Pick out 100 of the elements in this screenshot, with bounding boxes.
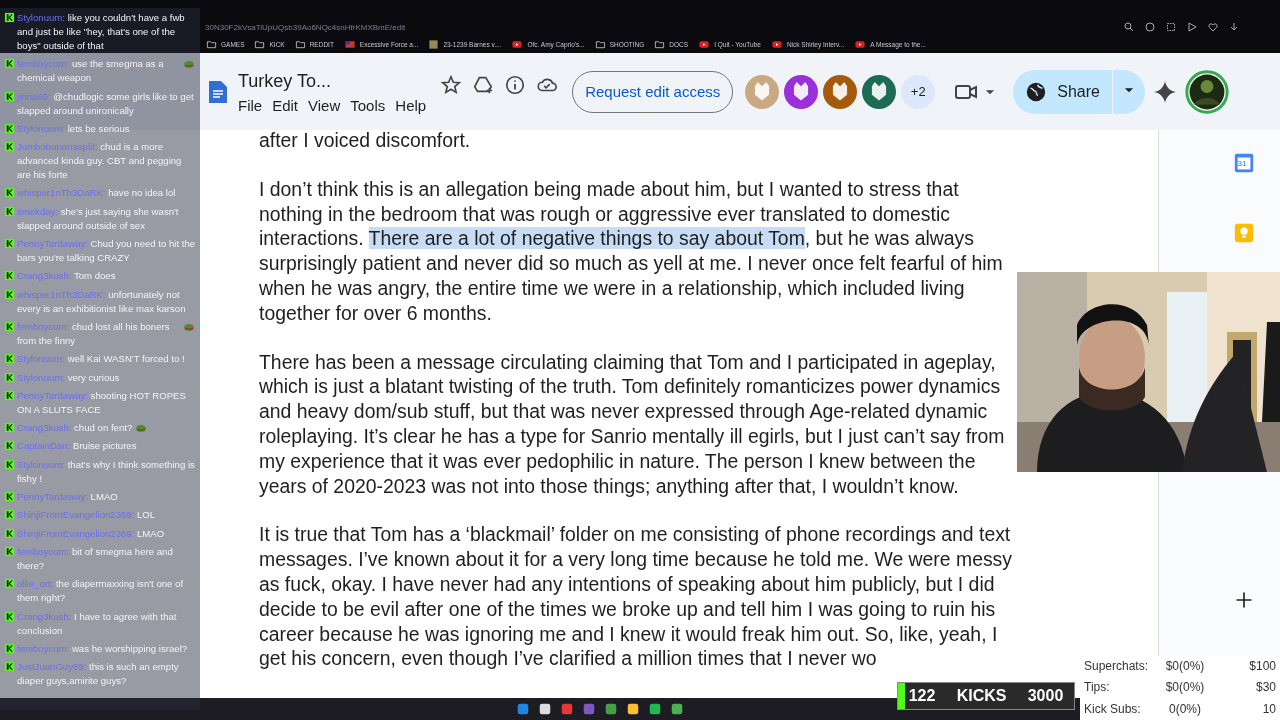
taskbar-app-icon[interactable]: [538, 702, 552, 716]
play-icon[interactable]: [1186, 21, 1198, 33]
chat-message: whisper1nTh3DaRK: unfortunately not every is an exhibitionist like max karson: [17, 287, 187, 316]
paragraph: It is true that Tom has a ‘blackmail’ folder on me consisting of phone recordings and text messages. I’ve known about it for a very long time because he told me. We were messy as fuck, okay. I have never had any intentions of speaking about him publicly, but I did decide to be evil after one of the times we broke up and tell him I was going to ruin his career because he was ignoring me and I knew it would freak him out. So, like, yeah, I get his concern, even though I’ve clarified a million times that I never wo: [259, 522, 1013, 672]
chat-message: jirina69: @chudlogic some girls like to get slapped around unironically: [17, 89, 195, 118]
chat-message: Stylonuum: like you couldn't have a fwb and just be like "hey, that's one of the boys" outside of that: [17, 11, 186, 53]
chat-message: JustJuanGuy69: this is such an empty diaper guys,amirite guys?: [17, 660, 180, 689]
chat-message: smekday: she's just saying she wasn't slapped around outside of sex: [17, 204, 180, 233]
paragraph: I don’t think this is an allegation being made about him, but I wanted to stress that nothing in the bedroom that was rough or aggressive ever translated to domestic interactions. There are a lot of negative things to say about Tom, but he was always surprisingly patient and never did so much as yell at me. I never once felt fearful of him when he was angry, the entire time we were in a relationship, which included living together for over 6 months.: [259, 176, 1004, 326]
chat-message: ShinjiFromEvangelion2369: LOL: [17, 508, 156, 523]
taskbar-app-icon[interactable]: [626, 702, 640, 716]
kick-badge-icon: [4, 270, 15, 282]
kick-badge-icon: [4, 545, 15, 557]
paragraph: There has been a message circulating claiming that Tom and I participated in ageplay, which is just a blatant twisting of the truth. Tom definitely romanticizes power dynamics and heavy dom/sub stuff, but that was never expressed through Age-related dynamic roleplaying. It’s clear he has a type for Sanrio mentally ill egirls, but I just can’t say from my experience that it was ever pedophilic in nature. The person I knew between the years of 2020-2023 was not into those things; anything after that, I wouldn’t know.: [259, 349, 1006, 499]
chat-message: Crang3kush: Tom does: [17, 269, 116, 284]
stat-value: $0(0%): [1164, 658, 1206, 675]
kick-badge-icon: [4, 141, 15, 153]
folder-icon: [206, 39, 217, 50]
chat-message: PennyTardaway: shooting HOT ROPES ON A SLUTS FACE: [17, 388, 187, 417]
kick-badge-icon: [4, 642, 15, 654]
chat-message: Crang3kush: chud on fent?: [17, 421, 133, 436]
stat-value: $0(0%): [1164, 679, 1206, 697]
address-bar[interactable]: 30N30F2kVsaTiUpUQsb39Ao6NQc4snHfrKMXBmE/edit: [205, 22, 1123, 32]
kick-badge-icon: [4, 320, 15, 332]
kick-badge-icon: [4, 422, 15, 434]
kick-badge-icon: [4, 371, 15, 383]
goal-label: KICKS: [956, 687, 1007, 705]
menu-item[interactable]: File: [238, 97, 263, 114]
menu-item[interactable]: View: [308, 97, 341, 114]
stat-value: 0(0%): [1168, 700, 1202, 718]
globe-icon: [1025, 80, 1048, 103]
chat-message: ollie_ort: the diapermaxxing isn't one of them right?: [17, 577, 185, 606]
video-icon: [698, 39, 711, 50]
folder-icon: [254, 39, 266, 50]
more-viewers-badge[interactable]: +2: [901, 74, 936, 109]
folder-icon: [654, 39, 666, 50]
menu-item[interactable]: Help: [395, 97, 427, 114]
kick-badge-icon: [4, 458, 15, 470]
calendar-day: 31: [1237, 159, 1247, 168]
taskbar-app-icon[interactable]: [670, 702, 684, 716]
chat-message: femboycum: was he worshipping israel?: [17, 641, 188, 656]
heart-icon[interactable]: [1207, 21, 1219, 33]
kick-badge-icon: [4, 58, 15, 70]
stat-label: Kick Subs:: [1084, 700, 1142, 718]
stat-goal: $30: [1254, 679, 1276, 697]
chat-message: femboycum: chud lost all his boners from the finny: [17, 319, 171, 348]
video-icon: [770, 39, 783, 50]
chat-message: Crang3kush: I have to agree with that conclusion: [17, 609, 178, 638]
taskbar-app-icon[interactable]: [604, 702, 618, 716]
kick-badge-icon: [4, 122, 15, 134]
kick-badge-icon: [4, 389, 15, 401]
chat-message: PennyTardaway: Chud you need to hit the bars you're talking CRAZY: [17, 237, 196, 266]
kick-badge-icon: [4, 187, 15, 199]
goal-current: 122: [908, 687, 936, 705]
calendar-icon[interactable]: [1232, 152, 1255, 174]
download-icon[interactable]: [1228, 21, 1240, 33]
stat-goal: 10: [1261, 700, 1276, 718]
flag-icon: [343, 39, 356, 50]
kick-badge-icon: [4, 90, 15, 102]
crop-icon[interactable]: [1165, 21, 1177, 33]
kick-badge-icon: [4, 491, 15, 503]
kick-badge-icon: [4, 238, 15, 250]
goal-target: 3000: [1027, 687, 1064, 705]
folder-icon: [294, 39, 306, 50]
kick-badge-icon: [4, 353, 15, 365]
chat-message: Stylonuum: well Kai WASN'T forced to !: [17, 352, 185, 367]
chat-message: Stylonuum: lets be serious: [17, 121, 130, 136]
kick-badge-icon: [4, 205, 15, 217]
chat-message: Jumbobananasplit: chud is a more advanced kinda guy. CBT and pegging are his forte: [17, 140, 183, 183]
paragraph: after I voiced discomfort.: [259, 130, 472, 153]
document-title[interactable]: Turkey To...: [238, 69, 427, 93]
kick-badge-icon: [4, 527, 15, 539]
chat-message: whisper1nTh3DaRK: have no idea lol: [17, 186, 176, 201]
kick-badge-icon: [4, 610, 15, 622]
kick-badge-icon: [4, 661, 15, 673]
chat-message: CaptainDan: Bruise pictures: [17, 439, 137, 454]
chat-message: Stylonuum: very curious: [17, 370, 120, 385]
chat-message: femboycum: use the smegma as a chemical weapon: [17, 57, 165, 86]
info-icon[interactable]: [504, 73, 527, 96]
chat-message: PennyTardaway: LMAO: [17, 490, 118, 505]
request-edit-access-button[interactable]: Request edit access: [572, 70, 734, 113]
animal-avatar-icon[interactable]: [784, 74, 819, 109]
taskbar-app-icon[interactable]: [648, 702, 662, 716]
folder-icon: [594, 39, 606, 50]
menu-item[interactable]: Edit: [272, 97, 299, 114]
video-icon: [854, 39, 867, 50]
share-button[interactable]: Share: [1013, 69, 1112, 114]
chat-message: ShinjiFromEvangelion2369: LMAO: [17, 526, 165, 541]
profile-avatar-icon[interactable]: [1184, 69, 1229, 114]
stat-label: Superchats:: [1084, 658, 1150, 675]
menu-item[interactable]: Tools: [350, 97, 386, 114]
star-icon[interactable]: [440, 73, 463, 96]
zoom-icon[interactable]: [1123, 21, 1135, 33]
stat-label: Tips:: [1084, 679, 1111, 697]
animal-avatar-icon[interactable]: [823, 74, 858, 109]
video-icon: [511, 39, 524, 50]
kick-badge-icon: [4, 440, 15, 452]
kick-badge-icon: [4, 578, 15, 590]
animal-avatar-icon[interactable]: [862, 74, 897, 109]
kick-badge-icon: [4, 509, 15, 521]
